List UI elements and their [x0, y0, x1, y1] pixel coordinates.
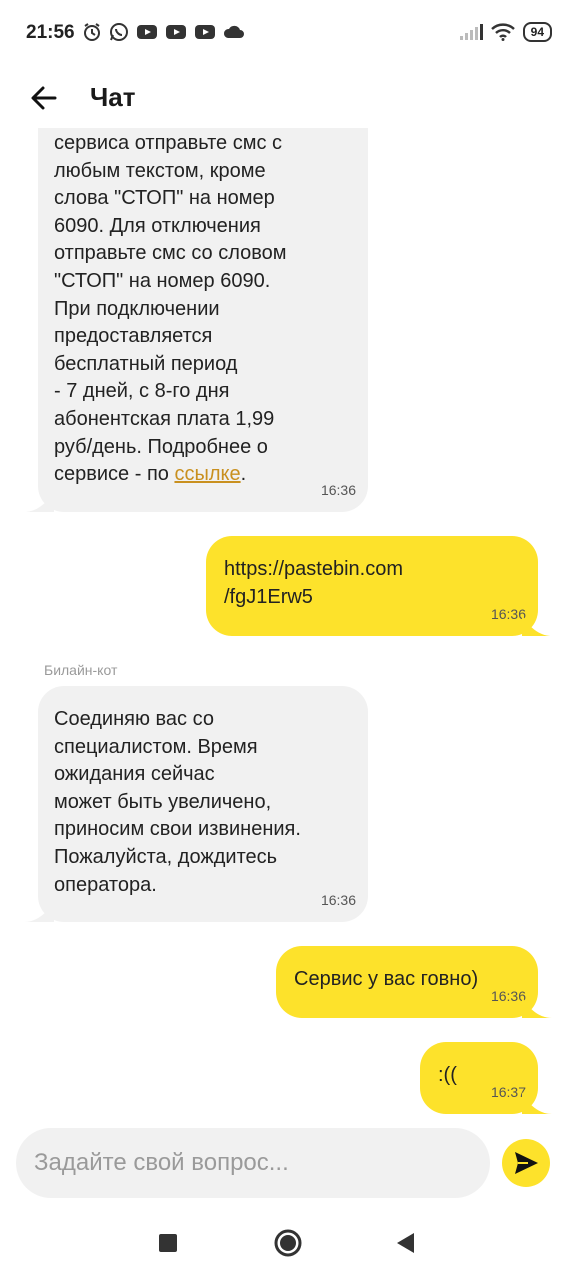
cloud-icon — [223, 25, 244, 38]
message-text: Сервис у вас говно) — [294, 968, 479, 990]
youtube-icon — [195, 25, 215, 39]
chat-messages[interactable]: сервиса отправьте смс с любым текстом, к… — [0, 128, 576, 1120]
message-bubble-outgoing: Сервис у вас говно) 16:36 — [276, 946, 538, 1018]
page-title: Чат — [90, 82, 136, 112]
recents-button[interactable] — [148, 1223, 188, 1263]
message-link[interactable]: ссылке — [174, 463, 240, 485]
home-button[interactable] — [268, 1223, 308, 1263]
send-icon — [515, 1152, 538, 1174]
message-time: 16:36 — [320, 482, 356, 498]
system-nav-bar — [0, 1205, 576, 1280]
status-icons-left — [82, 22, 245, 42]
sender-name: Билайн-кот — [44, 662, 118, 678]
back-triangle-icon — [397, 1233, 414, 1253]
message-input-container — [16, 1128, 490, 1198]
home-circle-icon — [274, 1229, 302, 1257]
message-time: 16:36 — [320, 892, 356, 908]
message-text-last-line: сервисе - по ссылке. — [54, 463, 247, 486]
alarm-icon — [84, 23, 100, 41]
battery-icon: 94 — [522, 22, 552, 42]
back-button[interactable] — [24, 78, 64, 118]
status-icons-right: 94 — [459, 22, 552, 42]
youtube-icon — [137, 25, 157, 39]
message-time: 16:36 — [490, 606, 526, 622]
wifi-icon — [490, 23, 515, 41]
message-time: 16:36 — [490, 988, 526, 1004]
recents-square-icon — [159, 1234, 177, 1252]
signal-icon — [459, 24, 483, 40]
message-bubble-outgoing: https://pastebin.com /fgJ1Erw5 16:36 — [206, 536, 538, 636]
message-text: :(( — [438, 1064, 457, 1086]
bubble-tail — [24, 900, 54, 922]
bubble-tail — [522, 996, 552, 1018]
status-time: 21:56 — [26, 22, 75, 43]
message-input[interactable] — [16, 1128, 490, 1198]
arrow-left-icon — [31, 86, 57, 110]
whatsapp-icon — [110, 23, 128, 41]
message-text: сервиса отправьте смс с любым текстом, к… — [54, 132, 287, 458]
youtube-icon — [166, 25, 186, 39]
back-nav-button[interactable] — [386, 1223, 426, 1263]
message-bubble-incoming: сервиса отправьте смс с любым текстом, к… — [38, 128, 368, 512]
message-bubble-outgoing: :(( 16:37 — [420, 1042, 538, 1114]
message-time: 16:37 — [490, 1084, 526, 1100]
message-text: https://pastebin.com /fgJ1Erw5 — [224, 558, 403, 608]
message-text: Соединяю вас со специалистом. Время ожид… — [54, 708, 301, 896]
message-bubble-incoming: Соединяю вас со специалистом. Время ожид… — [38, 686, 368, 922]
bubble-tail — [522, 1092, 552, 1114]
bubble-tail — [24, 490, 54, 512]
chat-header: Чат — [0, 68, 576, 128]
bubble-tail — [522, 614, 552, 636]
status-bar: 21:56 94 — [0, 0, 576, 68]
send-button[interactable] — [502, 1139, 550, 1187]
